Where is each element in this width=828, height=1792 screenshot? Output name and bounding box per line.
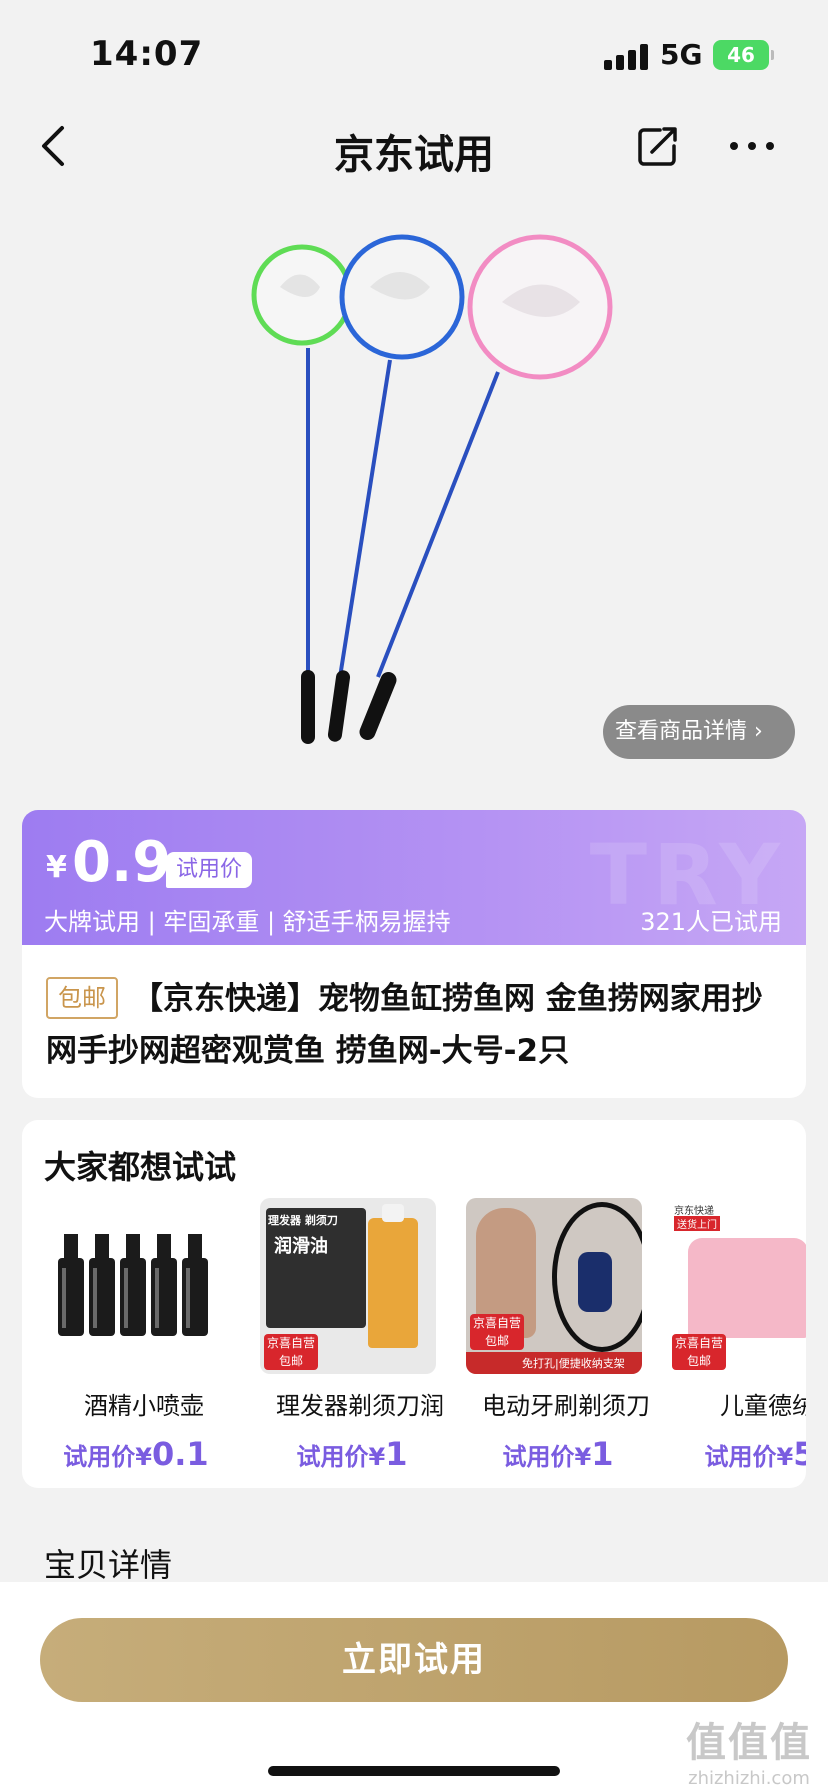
product-thumbnail bbox=[44, 1198, 220, 1374]
product-thumbnail: 免打孔|便捷收纳支架 京喜自营 包邮 bbox=[466, 1198, 642, 1374]
trial-price: 0.9 bbox=[72, 830, 172, 895]
status-bar: 14:07 5G 46 bbox=[0, 0, 828, 100]
view-details-button[interactable]: 查看商品详情 › bbox=[603, 705, 795, 759]
site-watermark: 值值值 zhizhizhi.com bbox=[686, 1720, 812, 1789]
detail-heading: 宝贝详情 bbox=[44, 1546, 173, 1584]
nav-bar: 京东试用 bbox=[0, 100, 828, 192]
trial-count: 321人已试用 bbox=[640, 908, 782, 936]
recommend-item-price: 试用价¥0.1 bbox=[63, 1435, 209, 1473]
trial-price-tag: 试用价 bbox=[166, 852, 253, 888]
fishing-net-image bbox=[251, 234, 613, 744]
product-image-area[interactable]: 查看商品详情 › bbox=[0, 192, 828, 800]
recommend-item-name: 儿童德绒 bbox=[720, 1392, 806, 1420]
network-label: 5G bbox=[660, 38, 703, 71]
page-title: 京东试用 bbox=[334, 132, 494, 178]
status-time: 14:07 bbox=[90, 34, 204, 74]
product-info-card: 包邮 【京东快递】宠物鱼缸捞鱼网 金鱼捞网家用抄网手抄网超密观赏鱼 捞鱼网-大号-… bbox=[22, 945, 806, 1098]
product-features: 大牌试用 | 牢固承重 | 舒适手柄易握持 bbox=[44, 908, 451, 936]
more-icon[interactable] bbox=[728, 126, 776, 166]
recommend-item[interactable]: 免打孔|便捷收纳支架 京喜自营 包邮 电动牙刷剃须刀 试用价¥1 bbox=[466, 1198, 650, 1473]
recommend-item-price: 试用价¥1 bbox=[502, 1435, 614, 1473]
recommend-item-price: 试用价¥1 bbox=[296, 1435, 408, 1473]
product-title: 【京东快递】宠物鱼缸捞鱼网 金鱼捞网家用抄网手抄网超密观赏鱼 捞鱼网-大号-2只 bbox=[46, 981, 763, 1069]
try-now-button[interactable]: 立即试用 bbox=[40, 1618, 788, 1702]
recommend-item[interactable]: 酒精小喷壶 试用价¥0.1 bbox=[44, 1198, 228, 1473]
product-thumbnail: 京东快递 送货上门 京喜自营 包邮 bbox=[668, 1198, 806, 1374]
price-banner: TRY ¥ 0.9 试用价 大牌试用 | 牢固承重 | 舒适手柄易握持 321人… bbox=[22, 810, 806, 945]
recommend-item[interactable]: 理发器 剃须刀 润滑油 京喜自营 包邮 理发器剃须刀润 试用价¥1 bbox=[260, 1198, 444, 1473]
recommend-item-name: 酒精小喷壶 bbox=[84, 1392, 204, 1420]
product-title-block: 包邮 【京东快递】宠物鱼缸捞鱼网 金鱼捞网家用抄网手抄网超密观赏鱼 捞鱼网-大号-… bbox=[46, 973, 782, 1077]
home-indicator[interactable] bbox=[268, 1766, 560, 1776]
recommend-item-price: 试用价¥5 bbox=[704, 1435, 806, 1473]
free-shipping-badge: 包邮 bbox=[46, 977, 118, 1019]
signal-icon bbox=[604, 44, 648, 70]
battery-icon: 46 bbox=[713, 40, 774, 70]
share-icon[interactable] bbox=[636, 124, 680, 168]
recommend-section: 大家都想试试 酒精小喷壶 试用价¥0.1 理发器 剃须刀 润滑油 京喜自营 包邮 … bbox=[22, 1120, 806, 1488]
recommend-item-name: 电动牙刷剃须刀 bbox=[482, 1392, 650, 1420]
recommend-item-name: 理发器剃须刀润 bbox=[276, 1392, 444, 1420]
bottom-bar: 立即试用 值值值 zhizhizhi.com bbox=[0, 1582, 828, 1792]
price-currency: ¥ bbox=[46, 850, 67, 885]
product-thumbnail: 理发器 剃须刀 润滑油 京喜自营 包邮 bbox=[260, 1198, 436, 1374]
recommend-item[interactable]: 京东快递 送货上门 京喜自营 包邮 儿童德绒 试用价¥5 bbox=[668, 1198, 806, 1473]
recommend-title: 大家都想试试 bbox=[44, 1148, 237, 1186]
